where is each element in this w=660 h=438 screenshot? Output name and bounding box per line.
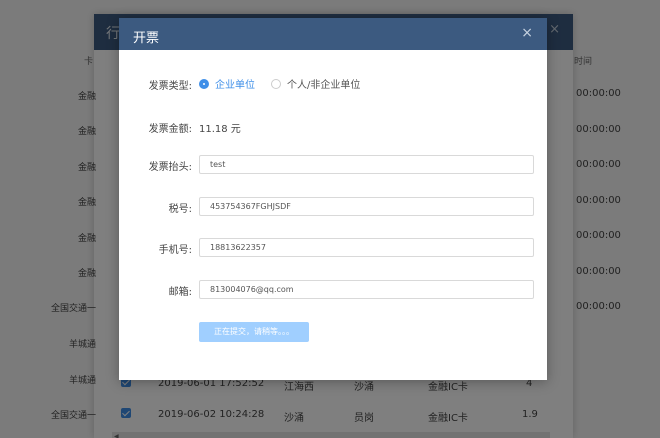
invoice-type-row: 发票类型: 企业单位 个人/非企业单位	[119, 74, 547, 94]
tax-number-row: 税号: 453754367FGHJSDF	[119, 197, 547, 217]
invoice-type-radio-group: 企业单位 个人/非企业单位	[199, 76, 376, 91]
radio-enterprise[interactable]: 企业单位	[199, 76, 255, 91]
submit-button[interactable]: 正在提交，请稍等。。。	[199, 322, 309, 342]
phone-row: 手机号: 18813622357	[119, 238, 547, 258]
close-icon[interactable]: ×	[521, 25, 533, 41]
tax-number-input[interactable]: 453754367FGHJSDF	[199, 197, 534, 216]
radio-individual-label[interactable]: 个人/非企业单位	[287, 76, 360, 91]
tax-number-label: 税号:	[168, 204, 192, 215]
invoice-type-label: 发票类型:	[148, 81, 192, 92]
radio-individual[interactable]: 个人/非企业单位	[271, 76, 360, 91]
invoice-amount-label: 发票金额:	[148, 124, 192, 135]
invoice-modal: 开票 × 发票类型: 企业单位 个人/非企业单位 发票金额: 11.18 元 发…	[119, 18, 547, 380]
phone-label: 手机号:	[158, 245, 192, 256]
phone-input[interactable]: 18813622357	[199, 238, 534, 257]
email-row: 邮箱: 813004076@qq.com	[119, 280, 547, 300]
email-label: 邮箱:	[168, 287, 192, 298]
radio-checked-icon[interactable]	[199, 78, 209, 89]
radio-enterprise-label[interactable]: 企业单位	[215, 76, 255, 91]
invoice-modal-header: 开票 ×	[119, 18, 547, 50]
email-input[interactable]: 813004076@qq.com	[199, 280, 534, 299]
invoice-header-input[interactable]: test	[199, 155, 534, 174]
invoice-header-row: 发票抬头: test	[119, 155, 547, 175]
invoice-modal-title: 开票	[133, 31, 160, 46]
invoice-header-label: 发票抬头:	[148, 162, 192, 173]
invoice-amount-row: 发票金额: 11.18 元	[119, 117, 547, 137]
invoice-amount-value: 11.18 元	[199, 124, 241, 135]
radio-unchecked-icon[interactable]	[271, 78, 281, 89]
